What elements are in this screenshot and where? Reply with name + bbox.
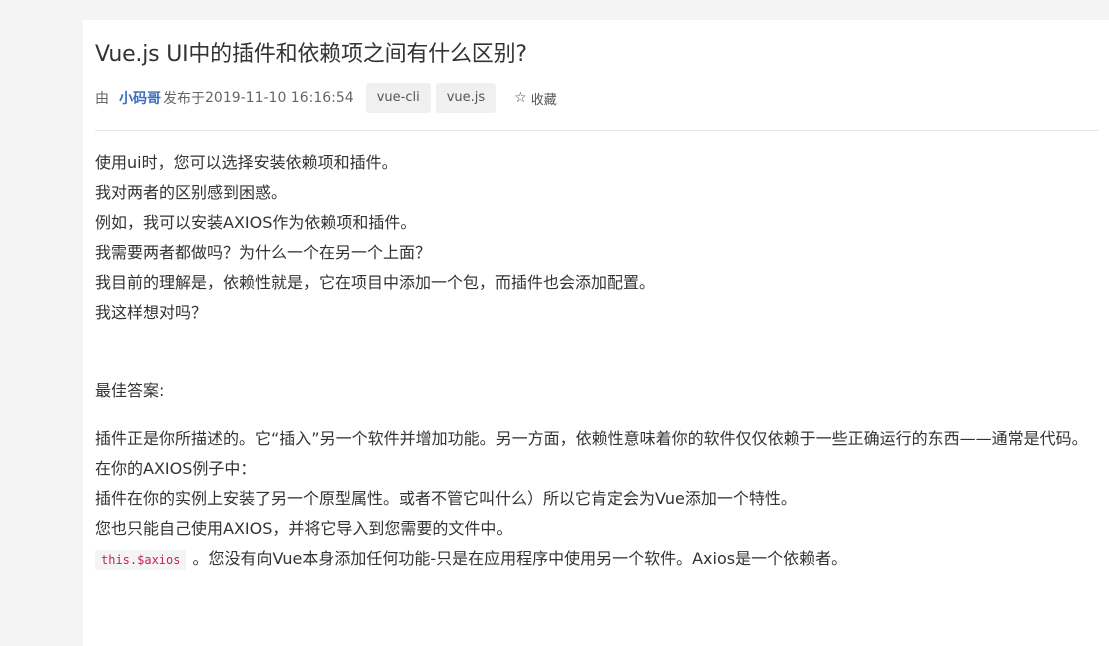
question-line: 我需要两者都做吗？为什么一个在另一个上面？ [95,243,432,262]
question-line: 我对两者的区别感到困惑。 [95,183,288,202]
answer-paragraph: 插件正是你所描述的。它“插入”另一个软件并增加功能。另一方面，依赖性意味着你的软… [95,429,1088,448]
favorite-button[interactable]: ☆ 收藏 [514,89,557,108]
answer-line: 插件在你的实例上安装了另一个原型属性。或者不管它叫什么）所以它肯定会为Vue添加… [95,489,797,508]
published-label: 发布于 [163,91,205,107]
article-meta: 由 小码哥 发布于 2019-11-10 16:16:54 vue-cli vu… [95,82,557,114]
answer-last-line: this.$axios 。您没有向Vue本身添加任何功能-只是在应用程序中使用另一… [95,544,1100,574]
answer-heading: 最佳答案: [95,381,165,400]
divider [95,130,1099,131]
answer-body: 插件正是你所描述的。它“插入”另一个软件并增加功能。另一方面，依赖性意味着你的软… [95,424,1100,574]
tag-vue-cli[interactable]: vue-cli [365,83,431,113]
question-body: 使用ui时，您可以选择安装依赖项和插件。 我对两者的区别感到困惑。 例如，我可以… [95,148,1100,328]
publish-date: 2019-11-10 16:16:54 [205,90,354,106]
article-card: Vue.js UI中的插件和依赖项之间有什么区别? 由 小码哥 发布于 2019… [83,20,1109,646]
favorite-label: 收藏 [530,92,557,108]
answer-last-text: 。您没有向Vue本身添加任何功能-只是在应用程序中使用另一个软件。Axios是一… [192,549,848,568]
question-line: 使用ui时，您可以选择安装依赖项和插件。 [95,153,398,172]
inline-code: this.$axios [95,550,187,570]
question-line: 我这样想对吗？ [95,303,208,322]
star-icon: ☆ [514,90,527,106]
tag-vue-js[interactable]: vue.js [435,83,497,113]
question-line: 例如，我可以安装AXIOS作为依赖项和插件。 [95,213,417,232]
question-line: 我目前的理解是，依赖性就是，它在项目中添加一个包，而插件也会添加配置。 [95,273,656,292]
answer-line: 您也只能自己使用AXIOS，并将它导入到您需要的文件中。 [95,519,513,538]
page-title: Vue.js UI中的插件和依赖项之间有什么区别? [95,42,527,67]
author-link[interactable]: 小码哥 [119,88,161,108]
by-label: 由 [95,91,109,107]
answer-line: 在你的AXIOS例子中： [95,459,257,478]
